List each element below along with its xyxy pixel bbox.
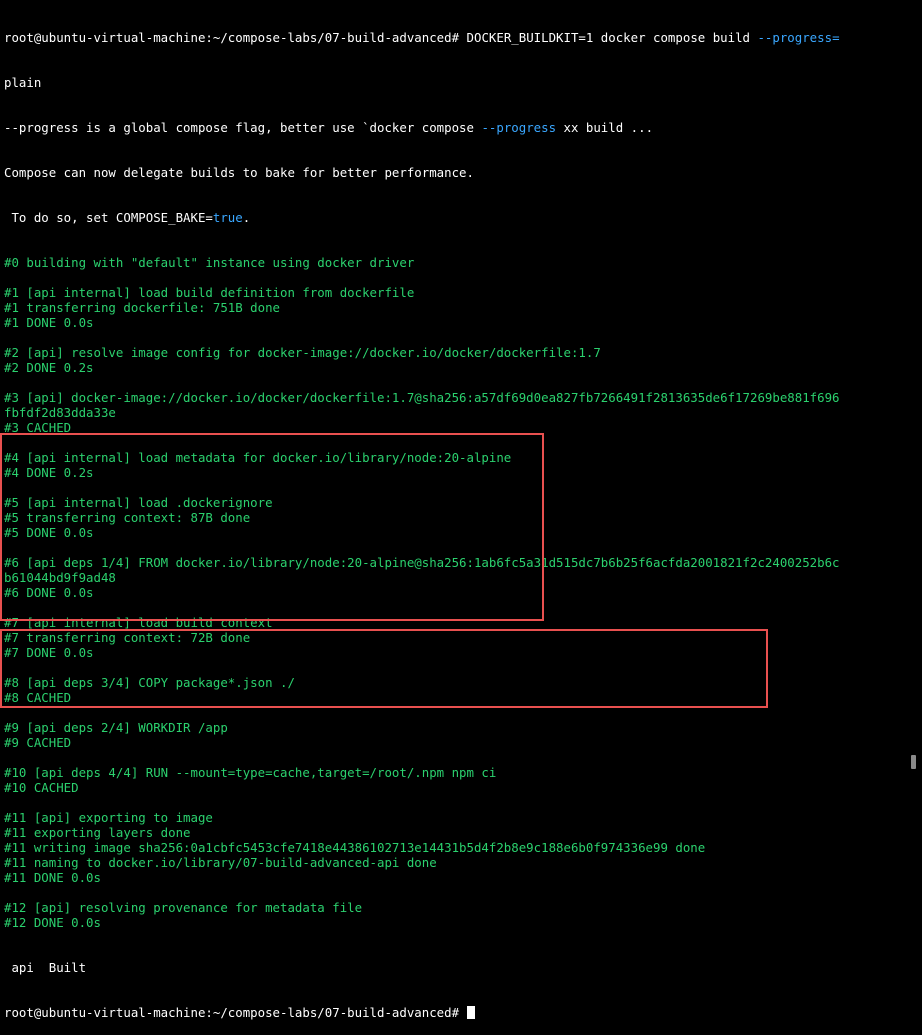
- build-log-line: [4, 660, 908, 675]
- build-log-line: [4, 270, 908, 285]
- build-log-line: #9 CACHED: [4, 735, 72, 750]
- build-log-line: #3 CACHED: [4, 420, 72, 435]
- build-log-line: #10 [api deps 4/4] RUN --mount=type=cach…: [4, 765, 497, 780]
- build-log-line: #1 transferring dockerfile: 751B done: [4, 300, 281, 315]
- build-log-line: [4, 705, 908, 720]
- build-log-line: [4, 480, 908, 495]
- build-log-line: #4 [api internal] load metadata for dock…: [4, 450, 512, 465]
- progress-arg: plain: [4, 75, 42, 90]
- build-log-line: #11 exporting layers done: [4, 825, 191, 840]
- build-log-line: #5 DONE 0.0s: [4, 525, 94, 540]
- bake-notice-line: Compose can now delegate builds to bake …: [4, 165, 474, 180]
- build-log-line: [4, 435, 908, 450]
- progress-flag: --progress=: [757, 30, 840, 45]
- build-log-line: #12 DONE 0.0s: [4, 915, 101, 930]
- build-log-line: #9 [api deps 2/4] WORKDIR /app: [4, 720, 228, 735]
- build-log-line: #11 [api] exporting to image: [4, 810, 213, 825]
- build-log-line: #6 DONE 0.0s: [4, 585, 94, 600]
- build-log: #0 building with "default" instance usin…: [4, 255, 908, 930]
- command-line-wrap: plain: [4, 75, 908, 90]
- build-log-line: [4, 540, 908, 555]
- build-log-line: #7 transferring context: 72B done: [4, 630, 251, 645]
- shell-prompt: root@ubuntu-virtual-machine:~/compose-la…: [4, 30, 460, 45]
- build-log-line: #10 CACHED: [4, 780, 79, 795]
- scrollbar[interactable]: [910, 0, 920, 787]
- build-log-line: [4, 600, 908, 615]
- build-log-line: #8 CACHED: [4, 690, 72, 705]
- terminal-output[interactable]: root@ubuntu-virtual-machine:~/compose-la…: [4, 0, 908, 1035]
- shell-prompt: root@ubuntu-virtual-machine:~/compose-la…: [4, 1005, 460, 1020]
- build-log-line: #7 [api internal] load build context: [4, 615, 273, 630]
- build-log-line: [4, 750, 908, 765]
- build-log-line: #1 [api internal] load build definition …: [4, 285, 415, 300]
- build-log-line: #2 [api] resolve image config for docker…: [4, 345, 601, 360]
- build-result-line: api Built: [4, 960, 87, 975]
- build-log-line: fbfdf2d83dda33e: [4, 405, 116, 420]
- build-log-line: #7 DONE 0.0s: [4, 645, 94, 660]
- bake-hint-line: To do so, set COMPOSE_BAKE=true.: [4, 210, 251, 225]
- build-log-line: [4, 375, 908, 390]
- build-log-line: #11 naming to docker.io/library/07-build…: [4, 855, 437, 870]
- build-log-line: #8 [api deps 3/4] COPY package*.json ./: [4, 675, 295, 690]
- scrollbar-thumb[interactable]: [911, 755, 916, 769]
- text-cursor: [466, 1006, 475, 1019]
- build-log-line: b61044bd9f9ad48: [4, 570, 116, 585]
- build-log-line: #11 writing image sha256:0a1cbfc5453cfe7…: [4, 840, 706, 855]
- build-log-line: #12 [api] resolving provenance for metad…: [4, 900, 363, 915]
- build-log-line: #0 building with "default" instance usin…: [4, 255, 415, 270]
- build-log-line: [4, 795, 908, 810]
- build-log-line: #11 DONE 0.0s: [4, 870, 101, 885]
- build-log-line: #1 DONE 0.0s: [4, 315, 94, 330]
- build-log-line: #3 [api] docker-image://docker.io/docker…: [4, 390, 840, 405]
- build-log-line: #5 [api internal] load .dockerignore: [4, 495, 273, 510]
- build-log-line: #4 DONE 0.2s: [4, 465, 94, 480]
- build-log-line: #5 transferring context: 87B done: [4, 510, 251, 525]
- build-log-line: #2 DONE 0.2s: [4, 360, 94, 375]
- final-prompt-line: root@ubuntu-virtual-machine:~/compose-la…: [4, 1005, 908, 1020]
- warning-line: --progress is a global compose flag, bet…: [4, 120, 654, 135]
- command-line: root@ubuntu-virtual-machine:~/compose-la…: [4, 30, 908, 45]
- build-log-line: [4, 885, 908, 900]
- build-log-line: #6 [api deps 1/4] FROM docker.io/library…: [4, 555, 840, 570]
- build-log-line: [4, 330, 908, 345]
- command-text: DOCKER_BUILDKIT=1 docker compose build: [459, 30, 758, 45]
